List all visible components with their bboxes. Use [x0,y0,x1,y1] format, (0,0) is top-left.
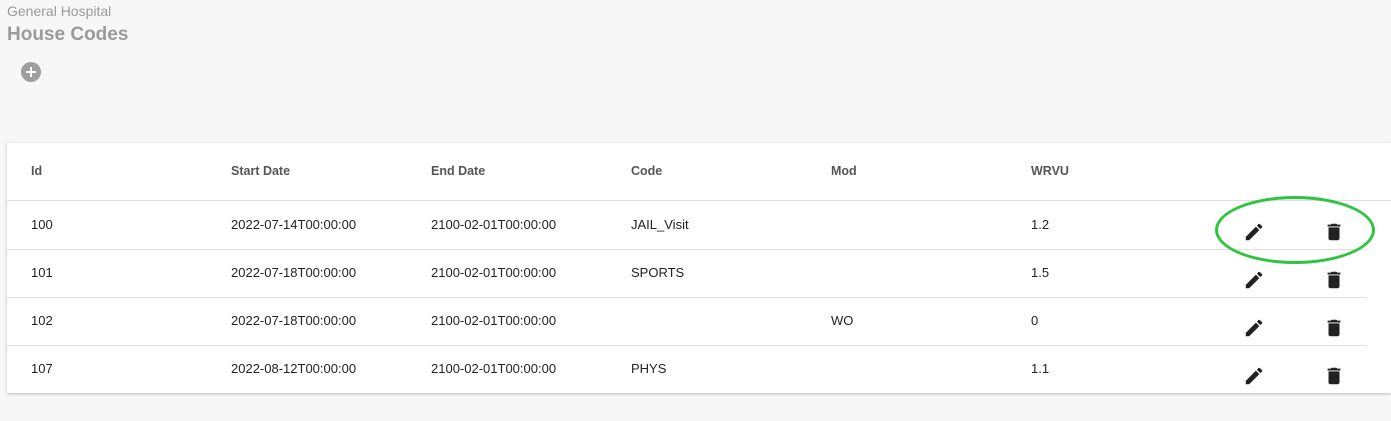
delete-button[interactable] [1323,269,1347,293]
cell-id: 102 [31,313,53,328]
cell-wrvu: 1.1 [1031,361,1050,376]
edit-button[interactable] [1243,221,1267,245]
column-header-code[interactable]: Code [631,143,662,200]
cell-start-date: 2022-07-18T00:00:00 [231,313,357,328]
column-header-wrvu[interactable]: WRVU [1031,143,1069,200]
add-house-code-button[interactable] [21,62,41,82]
cell-wrvu: 0 [1031,313,1039,328]
table-row: 101 2022-07-18T00:00:00 2100-02-01T00:00… [7,249,1367,298]
house-codes-table: Id Start Date End Date Code Mod WRVU 100… [7,143,1391,393]
page-title: House Codes [7,24,129,45]
pencil-icon [1245,319,1263,337]
table-row: 100 2022-07-14T00:00:00 2100-02-01T00:00… [7,201,1367,250]
cell-mod: WO [831,313,854,328]
cell-id: 100 [31,217,53,232]
edit-button[interactable] [1243,269,1267,293]
cell-end-date: 2100-02-01T00:00:00 [431,265,557,280]
cell-start-date: 2022-07-18T00:00:00 [231,265,357,280]
edit-button[interactable] [1243,317,1267,341]
delete-button[interactable] [1323,317,1347,341]
trash-icon [1327,271,1341,289]
cell-wrvu: 1.5 [1031,265,1050,280]
cell-end-date: 2100-02-01T00:00:00 [431,361,557,376]
cell-id: 107 [31,361,53,376]
pencil-icon [1245,271,1263,289]
column-header-end-date[interactable]: End Date [431,143,485,200]
trash-icon [1327,223,1341,241]
column-header-start-date[interactable]: Start Date [231,143,290,200]
trash-icon [1327,367,1341,385]
cell-end-date: 2100-02-01T00:00:00 [431,217,557,232]
delete-button[interactable] [1323,221,1347,245]
table-row: 107 2022-08-12T00:00:00 2100-02-01T00:00… [7,345,1367,393]
cell-id: 101 [31,265,53,280]
page-header: General Hospital House Codes [7,3,128,45]
edit-button[interactable] [1243,365,1267,389]
trash-icon [1327,319,1341,337]
cell-code: SPORTS [631,265,685,280]
cell-start-date: 2022-07-14T00:00:00 [231,217,357,232]
column-header-mod[interactable]: Mod [831,143,857,200]
pencil-icon [1245,367,1263,385]
cell-code: JAIL_Visit [631,217,689,232]
table-header-row: Id Start Date End Date Code Mod WRVU [7,143,1391,201]
cell-end-date: 2100-02-01T00:00:00 [431,313,557,328]
cell-start-date: 2022-08-12T00:00:00 [231,361,357,376]
cell-code: PHYS [631,361,667,376]
organization-name: General Hospital [7,3,112,19]
cell-wrvu: 1.2 [1031,217,1050,232]
delete-button[interactable] [1323,365,1347,389]
pencil-icon [1245,223,1263,241]
column-header-id[interactable]: Id [31,143,42,200]
table-row: 102 2022-07-18T00:00:00 2100-02-01T00:00… [7,297,1367,346]
